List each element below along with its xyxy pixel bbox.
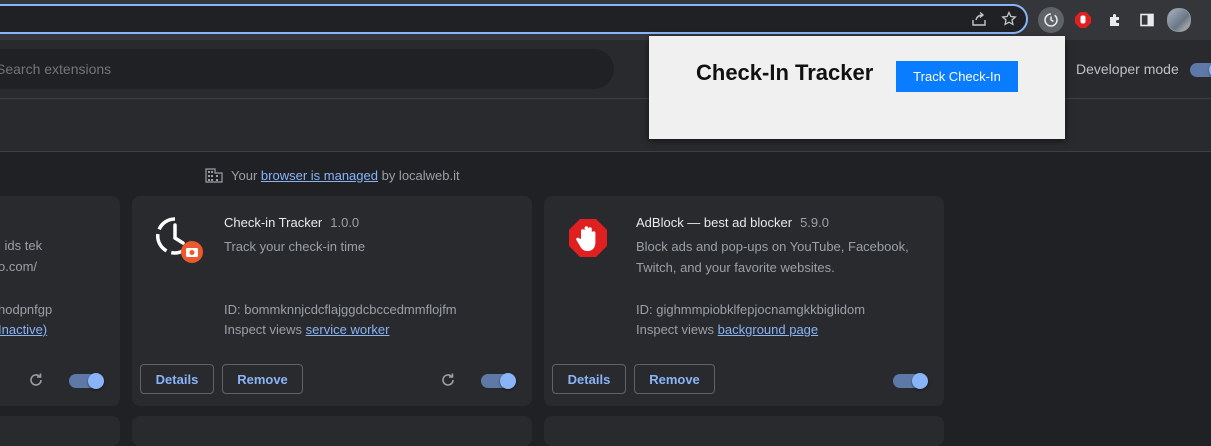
enable-toggle[interactable]	[481, 373, 516, 389]
card-id: hodpnfgp	[0, 302, 53, 317]
building-icon	[205, 168, 223, 183]
extension-description-line: Block ads and pop-ups on YouTube, Facebo…	[636, 239, 909, 254]
extension-description: Track your check-in time	[224, 239, 366, 254]
extension-id: ID: bommknnjcdcflajggdcbccedmmflojfm	[224, 302, 457, 317]
checkin-tracker-popup: Check-In Tracker Track Check-In	[649, 36, 1065, 139]
extension-card-adblock: AdBlock — best ad blocker 5.9.0 Block ads…	[544, 196, 944, 406]
checkin-tracker-logo-icon	[154, 214, 206, 266]
extension-card-next-row	[132, 416, 532, 446]
adblock-logo-icon	[568, 218, 608, 258]
extension-card-next-row	[544, 416, 944, 446]
search-box	[0, 49, 614, 89]
reload-icon[interactable]	[438, 370, 458, 390]
browser-managed-link[interactable]: browser is managed	[261, 168, 378, 183]
extension-name: AdBlock — best ad blocker	[636, 215, 793, 230]
reload-icon[interactable]	[26, 370, 46, 390]
inspect-link[interactable]: Inactive)	[0, 322, 47, 337]
toggle-knob	[912, 373, 928, 389]
address-bar[interactable]	[0, 4, 1028, 34]
inspect-views-label: Inspect views	[224, 322, 303, 337]
managed-prefix: Your	[231, 167, 258, 183]
developer-mode-label: Developer mode	[1076, 61, 1179, 77]
checkin-tracker-toolbar-icon[interactable]	[1038, 7, 1064, 33]
developer-mode-toggle[interactable]	[1190, 62, 1211, 78]
details-button[interactable]: Details	[140, 364, 214, 394]
details-button[interactable]: Details	[552, 364, 626, 394]
inspect-views-label: Inspect views	[636, 322, 715, 337]
enable-toggle[interactable]	[69, 373, 104, 389]
extension-version: 5.9.0	[800, 215, 829, 230]
side-panel-icon[interactable]	[1134, 7, 1160, 33]
extension-description-line: Twitch, and your favorite websites.	[636, 260, 835, 275]
extension-name: Check-in Tracker	[224, 215, 323, 230]
bookmark-star-icon[interactable]	[1000, 10, 1018, 28]
remove-button[interactable]: Remove	[222, 364, 303, 394]
extension-icons-bar	[1038, 7, 1192, 33]
adblock-toolbar-icon[interactable]	[1070, 7, 1096, 33]
address-bar-actions	[970, 10, 1018, 28]
extension-card-partial: i ids tek o.com/ hodpnfgp Inactive)	[0, 196, 120, 406]
card-description-line: o.com/	[0, 259, 38, 274]
extension-card-next-row	[0, 416, 120, 446]
search-input[interactable]	[0, 49, 590, 89]
toggle-knob	[88, 373, 104, 389]
browser-toolbar	[0, 0, 1211, 40]
background-page-link[interactable]: background page	[718, 322, 818, 337]
card-description-line: i ids tek	[0, 238, 43, 253]
extension-id: ID: gighmmpiobklfepjocnamgkkbiglidom	[636, 302, 866, 317]
enable-toggle[interactable]	[893, 373, 928, 389]
managed-suffix: by localweb.it	[381, 167, 460, 183]
remove-button[interactable]: Remove	[634, 364, 715, 394]
track-checkin-button[interactable]: Track Check-In	[896, 61, 1018, 92]
toggle-knob	[500, 373, 516, 389]
popup-title: Check-In Tracker	[696, 60, 874, 85]
service-worker-link[interactable]: service worker	[306, 322, 390, 337]
extensions-puzzle-icon[interactable]	[1102, 7, 1128, 33]
managed-notice: Your browser is managed by localweb.it	[205, 166, 460, 184]
avatar	[1167, 8, 1191, 32]
extension-version: 1.0.0	[330, 215, 360, 230]
profile-avatar[interactable]	[1166, 7, 1192, 33]
extension-card-checkin-tracker: Check-in Tracker 1.0.0 Track your check-i…	[132, 196, 532, 406]
share-icon[interactable]	[970, 10, 988, 28]
